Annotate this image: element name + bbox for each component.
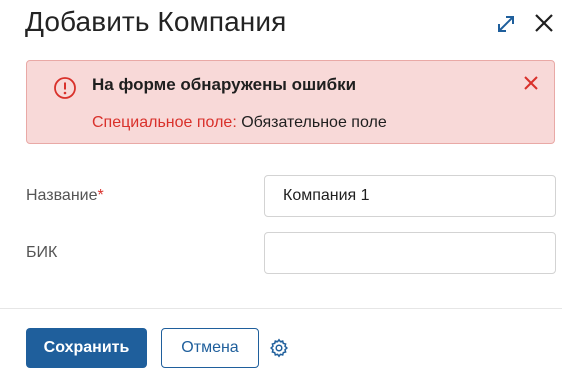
close-icon[interactable] xyxy=(531,10,557,36)
name-label: Название* xyxy=(26,187,104,205)
save-button[interactable]: Сохранить xyxy=(26,328,147,368)
gear-icon[interactable] xyxy=(269,338,289,358)
expand-icon[interactable] xyxy=(494,12,518,36)
name-input[interactable] xyxy=(264,175,556,217)
footer-divider xyxy=(0,308,562,309)
bik-input[interactable] xyxy=(264,232,556,274)
error-circle-icon xyxy=(53,76,77,100)
alert-title: На форме обнаружены ошибки xyxy=(92,75,357,94)
name-label-text: Название xyxy=(26,187,98,204)
bik-label: БИК xyxy=(26,244,58,261)
alert-close-icon[interactable] xyxy=(522,74,540,92)
required-mark: * xyxy=(97,187,104,204)
dialog-title: Добавить Компания xyxy=(25,6,287,37)
cancel-button[interactable]: Отмена xyxy=(161,328,259,368)
error-alert: На форме обнаружены ошибки Специальное п… xyxy=(26,60,555,144)
dialog-header: Добавить Компания xyxy=(0,0,574,52)
alert-error-text: Обязательное поле xyxy=(236,114,387,131)
alert-message: Специальное поле: Обязательное поле xyxy=(92,114,387,132)
alert-error-field[interactable]: Специальное поле: xyxy=(92,114,237,131)
